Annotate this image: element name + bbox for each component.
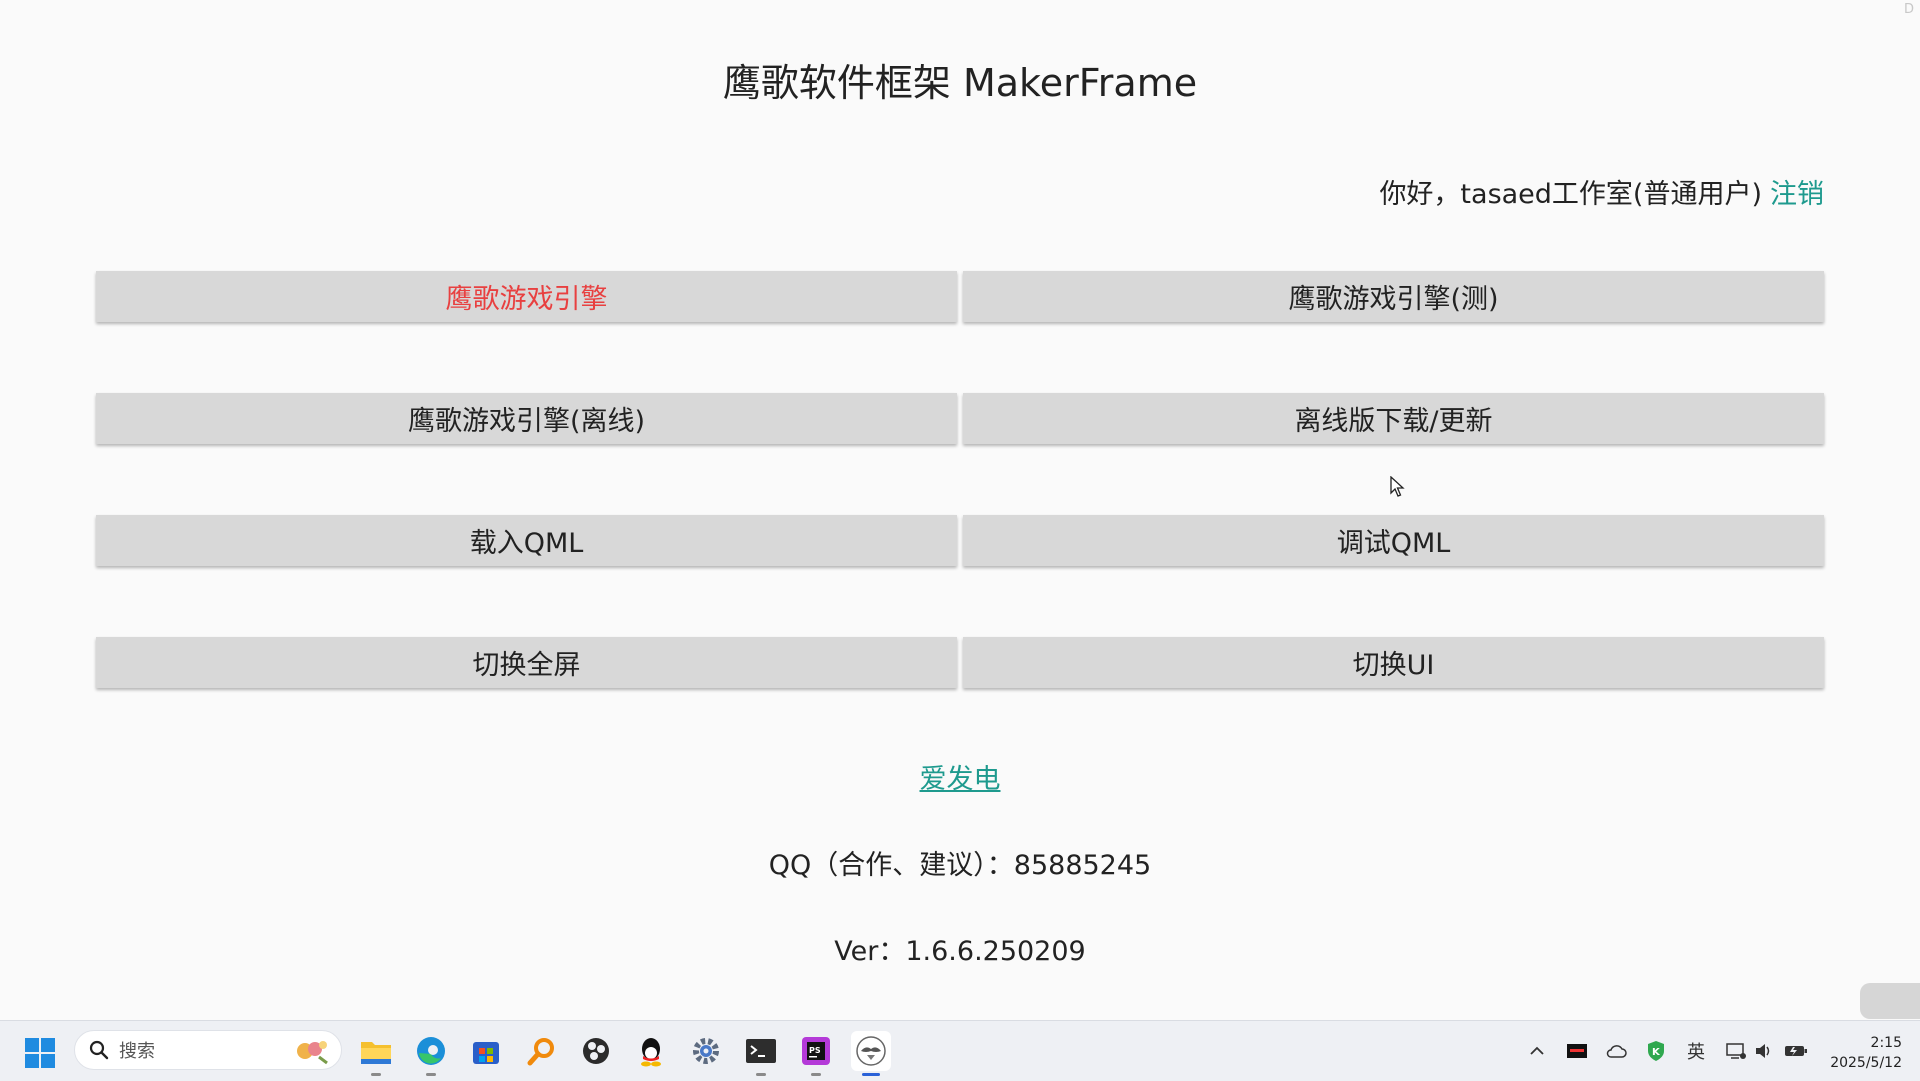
qq-contact: QQ（合作、建议）：85885245: [768, 850, 1152, 881]
settings-icon[interactable]: [686, 1031, 726, 1071]
svg-text:K: K: [1652, 1047, 1661, 1058]
volume-icon[interactable]: [1752, 1039, 1776, 1063]
store-icon[interactable]: [466, 1031, 506, 1071]
network-icon[interactable]: [1724, 1039, 1748, 1063]
obs-icon[interactable]: [576, 1031, 616, 1071]
system-clock[interactable]: 2:15 2025/5/12: [1830, 1033, 1902, 1073]
clock-time: 2:15: [1870, 1035, 1902, 1051]
clock-date: 2025/5/12: [1830, 1055, 1902, 1071]
security-shield-icon[interactable]: K: [1644, 1039, 1668, 1063]
corner-mark: D: [1903, 2, 1914, 17]
tray-app-icon[interactable]: [1565, 1039, 1589, 1063]
running-indicator: [371, 1073, 381, 1076]
toggle-fullscreen-button[interactable]: 切换全屏: [96, 637, 957, 688]
game-engine-button[interactable]: 鹰歌游戏引擎: [96, 271, 957, 322]
load-qml-button[interactable]: 载入QML: [96, 515, 957, 566]
toggle-ui-button[interactable]: 切换UI: [963, 637, 1824, 688]
search-tool-icon[interactable]: [521, 1031, 561, 1071]
terminal-icon[interactable]: [741, 1031, 781, 1076]
cloud-icon[interactable]: [1604, 1039, 1628, 1063]
running-indicator: [426, 1073, 436, 1076]
search-icon: [89, 1040, 109, 1060]
page-title: 鹰歌软件框架 MakerFrame: [722, 61, 1198, 105]
mouse-cursor-icon: [1390, 476, 1405, 497]
search-placeholder: 搜索: [119, 1041, 155, 1062]
qq-icon[interactable]: [631, 1031, 671, 1071]
donate-link[interactable]: 爱发电: [920, 764, 1001, 795]
debug-qml-button[interactable]: 调试QML: [963, 515, 1824, 566]
offline-download-update-button[interactable]: 离线版下载/更新: [963, 393, 1824, 444]
game-engine-test-button[interactable]: 鹰歌游戏引擎(测): [963, 271, 1824, 322]
user-greeting: 你好，tasaed工作室(普通用户) 注销: [1379, 172, 1824, 211]
svg-text:PS: PS: [809, 1046, 821, 1055]
search-highlight-icon: [297, 1041, 328, 1065]
logout-link[interactable]: 注销: [1770, 179, 1824, 210]
app-window: D 鹰歌软件框架 MakerFrame 你好，tasaed工作室(普通用户) 注销…: [0, 0, 1920, 1020]
donate-row: 爱发电: [0, 757, 1920, 796]
version-label: Ver：1.6.6.250209: [834, 936, 1086, 967]
makerframe-icon[interactable]: [851, 1031, 891, 1076]
running-indicator: [811, 1073, 821, 1076]
running-indicator: [756, 1073, 766, 1076]
active-indicator: [862, 1073, 880, 1076]
battery-icon[interactable]: [1784, 1039, 1808, 1063]
ime-indicator[interactable]: 英: [1684, 1039, 1708, 1063]
phpstorm-icon[interactable]: PS: [796, 1031, 836, 1076]
edge-icon[interactable]: [411, 1031, 451, 1076]
greeting-text: 你好，tasaed工作室(普通用户): [1379, 179, 1762, 210]
file-explorer-icon[interactable]: [356, 1031, 396, 1076]
taskbar: 搜索 PS K 英 2:15 2025/5/12: [0, 1020, 1920, 1081]
game-engine-offline-button[interactable]: 鹰歌游戏引擎(离线): [96, 393, 957, 444]
taskbar-search-box[interactable]: 搜索: [74, 1030, 342, 1070]
floating-handle[interactable]: [1860, 983, 1920, 1019]
chevron-up-icon[interactable]: [1525, 1039, 1549, 1063]
windows-start-icon[interactable]: [24, 1037, 56, 1069]
